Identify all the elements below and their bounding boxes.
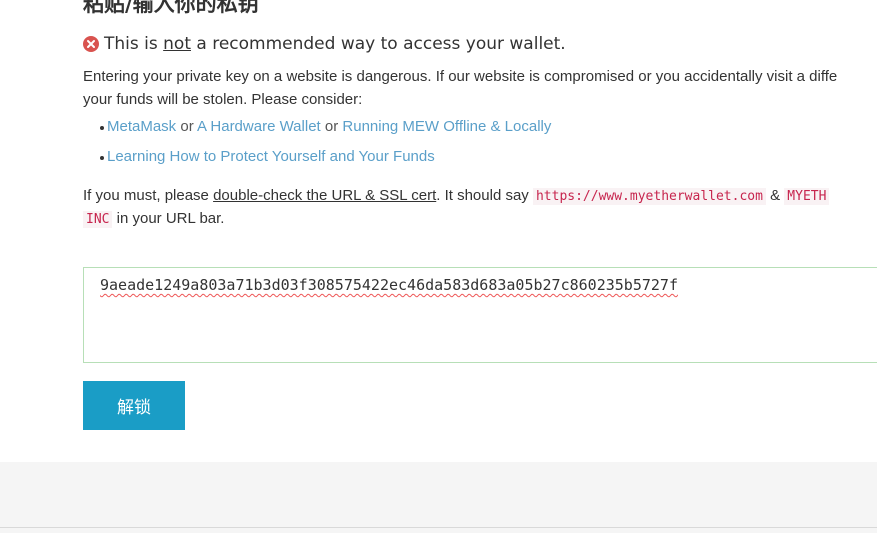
url-code: https://www.myetherwallet.com bbox=[532, 188, 766, 205]
amp-text: & bbox=[765, 187, 785, 204]
page-title: 粘贴/输入你的私钥 bbox=[83, 0, 259, 16]
danger-explanation: Entering your private key on a website i… bbox=[83, 65, 877, 111]
danger-line-1: Entering your private key on a website i… bbox=[83, 68, 838, 85]
error-circle-icon bbox=[83, 36, 99, 52]
warning-suffix: a recommended way to access your wallet. bbox=[190, 34, 566, 54]
run-offline-link[interactable]: Running MEW Offline & Locally bbox=[342, 118, 551, 135]
warning-emphasis: not bbox=[163, 34, 191, 54]
url-check-notice: If you must, please double-check the URL… bbox=[83, 185, 877, 231]
alternatives-list: MetaMask or A Hardware Wallet or Running… bbox=[99, 117, 551, 177]
protect-yourself-link[interactable]: Learning How to Protect Yourself and You… bbox=[107, 148, 435, 165]
hardware-wallet-link[interactable]: A Hardware Wallet bbox=[197, 118, 321, 135]
notice-prefix: If you must, please bbox=[83, 187, 214, 204]
org-code: MYETH bbox=[784, 188, 830, 205]
double-check-text: double-check the URL & SSL cert bbox=[213, 187, 437, 204]
metamask-link[interactable]: MetaMask bbox=[107, 118, 176, 135]
warning-prefix: This is bbox=[104, 34, 164, 54]
notice-middle: . It should say bbox=[436, 187, 533, 204]
list-item: MetaMask or A Hardware Wallet or Running… bbox=[99, 117, 551, 147]
footer-divider bbox=[0, 527, 877, 528]
access-wallet-card: 粘贴/输入你的私钥 This is not a recommended way … bbox=[0, 0, 877, 462]
or-text: or bbox=[176, 118, 198, 135]
or-text: or bbox=[320, 118, 343, 135]
unlock-button[interactable]: 解锁 bbox=[83, 381, 185, 430]
warning-message: This is not a recommended way to access … bbox=[83, 34, 566, 54]
notice-suffix: in your URL bar. bbox=[112, 210, 225, 227]
private-key-input[interactable]: 9aeade1249a803a71b3d03f308575422ec46da58… bbox=[83, 267, 877, 363]
org-code-continued: INC bbox=[83, 211, 113, 228]
private-key-value: 9aeade1249a803a71b3d03f308575422ec46da58… bbox=[100, 276, 678, 294]
list-item: Learning How to Protect Yourself and You… bbox=[99, 147, 551, 177]
danger-line-2: your funds will be stolen. Please consid… bbox=[83, 91, 363, 108]
